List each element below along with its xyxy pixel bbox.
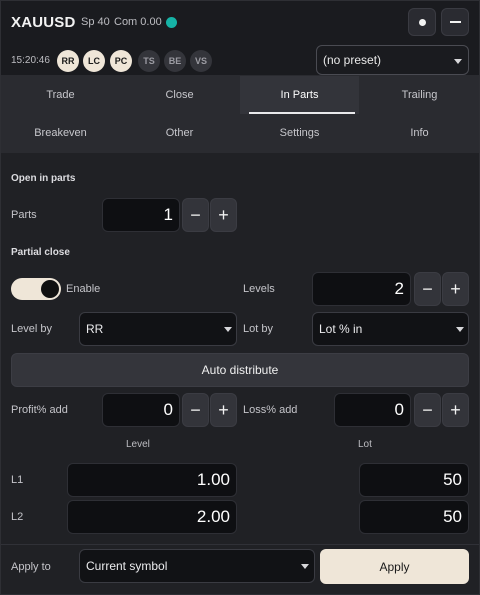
parts-decrement-button[interactable]: −: [182, 198, 209, 232]
parts-label: Parts: [11, 209, 37, 221]
minus-icon: −: [422, 399, 433, 420]
l1-lot-input[interactable]: 50: [359, 463, 469, 497]
tab-bar: Trade Close In Parts Trailing Breakeven …: [1, 75, 479, 153]
partial-close-title: Partial close: [11, 247, 70, 258]
loss-add-input[interactable]: 0: [334, 393, 411, 427]
level-column-header: Level: [126, 439, 150, 450]
loss-add-label: Loss% add: [243, 404, 298, 416]
tab-close[interactable]: Close: [120, 76, 239, 114]
tab-settings[interactable]: Settings: [240, 114, 359, 152]
tab-trailing[interactable]: Trailing: [360, 76, 479, 114]
chip-vs[interactable]: VS: [190, 50, 212, 72]
preset-value: (no preset): [323, 53, 382, 67]
footer-divider: [1, 544, 479, 545]
symbol-label: XAUUSD: [11, 14, 76, 31]
apply-to-select[interactable]: Current symbol: [79, 549, 315, 583]
preset-select[interactable]: (no preset): [316, 45, 469, 75]
chip-lc[interactable]: LC: [83, 50, 105, 72]
chip-rr[interactable]: RR: [57, 50, 79, 72]
record-button[interactable]: [408, 8, 436, 36]
chevron-down-icon: [454, 59, 462, 64]
level-by-value: RR: [86, 322, 104, 336]
levels-input[interactable]: 2: [312, 272, 411, 306]
plus-icon: +: [450, 399, 461, 420]
plus-icon: +: [450, 278, 461, 299]
levels-increment-button[interactable]: +: [442, 272, 469, 306]
connection-status-icon: [166, 17, 177, 28]
tab-info[interactable]: Info: [360, 114, 479, 152]
tab-in-parts[interactable]: In Parts: [240, 76, 359, 114]
parts-increment-button[interactable]: +: [210, 198, 237, 232]
minus-icon: −: [422, 278, 433, 299]
profit-add-label: Profit% add: [11, 404, 68, 416]
profit-add-input[interactable]: 0: [102, 393, 180, 427]
plus-icon: +: [218, 204, 229, 225]
level-by-label: Level by: [11, 323, 52, 335]
row-l2-label: L2: [11, 511, 24, 523]
toggle-knob: [41, 280, 59, 298]
chevron-down-icon: [456, 327, 464, 332]
dot-icon: [418, 18, 426, 26]
levels-label: Levels: [243, 283, 275, 295]
loss-add-increment-button[interactable]: +: [442, 393, 469, 427]
in-parts-panel: XAUUSD Sp 40 Com 0.00 15:20:46 RR LC PC …: [0, 0, 480, 595]
tab-trade[interactable]: Trade: [1, 76, 120, 114]
minus-icon: [449, 21, 461, 23]
spread-label: Sp 40: [81, 16, 110, 28]
open-in-parts-title: Open in parts: [11, 173, 76, 184]
minus-icon: −: [190, 204, 201, 225]
l2-level-input[interactable]: 2.00: [67, 500, 237, 534]
l2-lot-input[interactable]: 50: [359, 500, 469, 534]
enable-toggle[interactable]: [11, 278, 61, 300]
tab-breakeven[interactable]: Breakeven: [1, 114, 120, 152]
chip-be[interactable]: BE: [164, 50, 186, 72]
lot-by-value: Lot % in: [319, 322, 363, 336]
server-clock: 15:20:46: [11, 55, 50, 66]
apply-to-value: Current symbol: [86, 559, 168, 573]
row-l1-label: L1: [11, 474, 24, 486]
active-tab-indicator: [249, 112, 355, 114]
lot-by-select[interactable]: Lot % in: [312, 312, 469, 346]
parts-input[interactable]: 1: [102, 198, 180, 232]
lot-column-header: Lot: [358, 439, 372, 450]
auto-distribute-button[interactable]: Auto distribute: [11, 353, 469, 387]
level-by-select[interactable]: RR: [79, 312, 237, 346]
loss-add-decrement-button[interactable]: −: [414, 393, 441, 427]
profit-add-decrement-button[interactable]: −: [182, 393, 209, 427]
profit-add-increment-button[interactable]: +: [210, 393, 237, 427]
apply-button[interactable]: Apply: [320, 549, 469, 584]
plus-icon: +: [218, 399, 229, 420]
apply-to-label: Apply to: [11, 561, 51, 573]
levels-decrement-button[interactable]: −: [414, 272, 441, 306]
tab-other[interactable]: Other: [120, 114, 239, 152]
chip-ts[interactable]: TS: [138, 50, 160, 72]
commission-label: Com 0.00: [114, 16, 162, 28]
l1-level-input[interactable]: 1.00: [67, 463, 237, 497]
chevron-down-icon: [301, 564, 309, 569]
chip-pc[interactable]: PC: [110, 50, 132, 72]
minus-icon: −: [190, 399, 201, 420]
chevron-down-icon: [224, 327, 232, 332]
minimize-button[interactable]: [441, 8, 469, 36]
lot-by-label: Lot by: [243, 323, 273, 335]
enable-label: Enable: [66, 283, 101, 295]
header: XAUUSD Sp 40 Com 0.00 15:20:46 RR LC PC …: [1, 1, 479, 85]
